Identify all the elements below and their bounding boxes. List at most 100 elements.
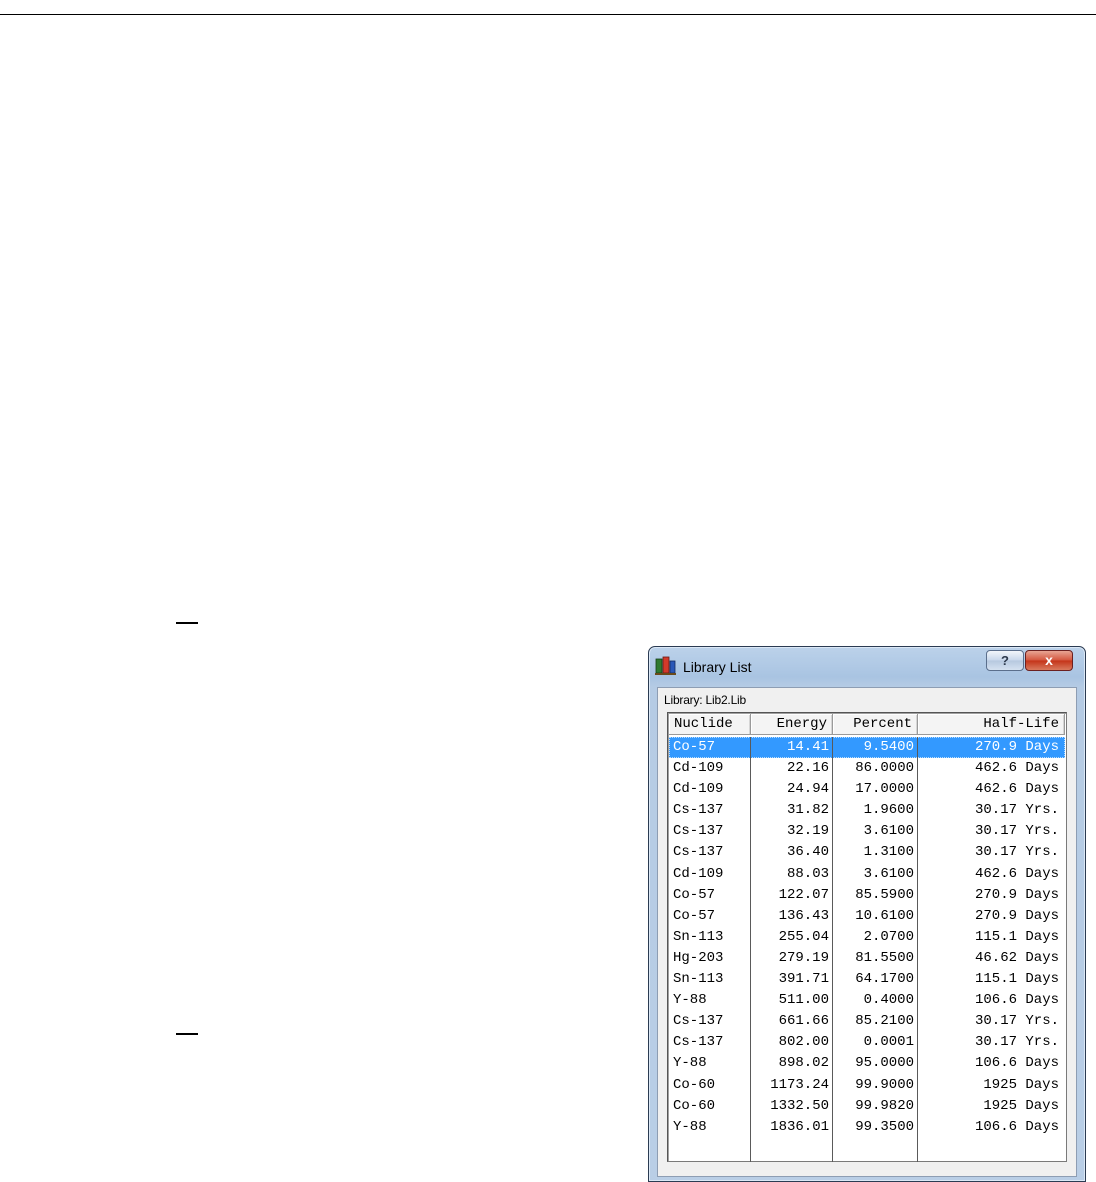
list-body: Co-57 14.41 9.5400 270.9 Days Cd-109 22.16 86.… [669,737,1065,1162]
title-bar[interactable]: Library List ? x [649,647,1085,687]
library-list-window: Library List ? x Library: Lib2.Lib Nucli… [648,646,1086,1182]
table-row[interactable]: Y-88 898.02 95.0000 106.6 Days [669,1053,1065,1074]
energy-cell: 122.07 [778,886,829,903]
percent-cell: 95.0000 [855,1055,914,1072]
half-life-cell: 30.17 Yrs. [974,1013,1059,1030]
column-header-nuclide[interactable]: Nuclide [669,714,751,735]
energy-cell: 661.66 [778,1013,829,1030]
half-life-cell: 1925 Days [983,1076,1059,1093]
table-row[interactable]: Y-88 1836.01 99.3500 106.6 Days [669,1117,1065,1138]
column-header-percent[interactable]: Percent [833,714,918,735]
page-top-rule [0,14,1096,15]
energy-cell: 88.03 [786,865,829,882]
table-row[interactable]: Co-60 1332.50 99.9820 1925 Days [669,1096,1065,1117]
half-life-cell: 106.6 Days [974,1055,1059,1072]
percent-cell: 0.0001 [863,1034,914,1051]
half-life-cell: 30.17 Yrs. [974,823,1059,840]
half-life-cell: 30.17 Yrs. [974,844,1059,861]
nuclide-cell: Y-88 [673,1055,707,1072]
library-name-label: Library: Lib2.Lib [664,693,746,707]
half-life-cell: 115.1 Days [974,928,1059,945]
energy-cell: 391.71 [778,971,829,988]
nuclide-cell: Y-88 [673,1118,707,1135]
energy-cell: 511.00 [778,992,829,1009]
column-divider [917,737,918,1162]
percent-cell: 85.2100 [855,1013,914,1030]
table-row[interactable]: Cd-109 22.16 86.0000 462.6 Days [669,758,1065,779]
percent-cell: 99.9000 [855,1076,914,1093]
half-life-cell: 30.17 Yrs. [974,1034,1059,1051]
table-row[interactable]: Co-60 1173.24 99.9000 1925 Days [669,1075,1065,1096]
list-header: Nuclide Energy Percent Half-Life [669,714,1065,736]
text-fragment-dash [176,1033,198,1035]
percent-cell: 99.3500 [855,1118,914,1135]
percent-cell: 81.5500 [855,949,914,966]
table-row[interactable]: Y-88 511.00 0.4000 106.6 Days [669,990,1065,1011]
text-fragment-dash [176,622,198,624]
nuclide-cell: Co-60 [673,1076,716,1093]
half-life-cell: 462.6 Days [974,865,1059,882]
half-life-cell: 270.9 Days [974,886,1059,903]
library-app-icon [655,656,676,675]
close-button[interactable]: x [1025,650,1073,671]
energy-cell: 36.40 [786,844,829,861]
help-button[interactable]: ? [986,650,1024,671]
table-row[interactable]: Co-57 14.41 9.5400 270.9 Days [669,737,1065,759]
percent-cell: 64.1700 [855,971,914,988]
nuclide-list[interactable]: Nuclide Energy Percent Half-Life Co-57 14… [667,712,1067,1162]
table-row[interactable]: Cs-137 36.40 1.3100 30.17 Yrs. [669,842,1065,863]
nuclide-cell: Cs-137 [673,844,724,861]
energy-cell: 1836.01 [770,1118,829,1135]
percent-cell: 0.4000 [863,992,914,1009]
table-row[interactable]: Cs-137 661.66 85.2100 30.17 Yrs. [669,1011,1065,1032]
table-row[interactable]: Cd-109 24.94 17.0000 462.6 Days [669,779,1065,800]
column-divider [832,737,833,1162]
table-row[interactable]: Co-57 122.07 85.5900 270.9 Days [669,885,1065,906]
energy-cell: 898.02 [778,1055,829,1072]
nuclide-cell: Co-60 [673,1097,716,1114]
nuclide-cell: Cd-109 [673,865,724,882]
energy-cell: 1332.50 [770,1097,829,1114]
table-row[interactable]: Cs-137 31.82 1.9600 30.17 Yrs. [669,800,1065,821]
energy-cell: 255.04 [778,928,829,945]
energy-cell: 24.94 [786,781,829,798]
nuclide-cell: Hg-203 [673,949,724,966]
percent-cell: 3.6100 [863,823,914,840]
half-life-cell: 46.62 Days [974,949,1059,966]
column-header-energy[interactable]: Energy [751,714,833,735]
nuclide-cell: Cs-137 [673,823,724,840]
energy-cell: 279.19 [778,949,829,966]
half-life-cell: 115.1 Days [974,971,1059,988]
nuclide-cell: Cd-109 [673,760,724,777]
table-row[interactable]: Cd-109 88.03 3.6100 462.6 Days [669,864,1065,885]
column-divider [750,737,751,1162]
table-row[interactable]: Sn-113 391.71 64.1700 115.1 Days [669,969,1065,990]
percent-cell: 85.5900 [855,886,914,903]
energy-cell: 32.19 [786,823,829,840]
percent-cell: 3.6100 [863,865,914,882]
table-row[interactable]: Cs-137 32.19 3.6100 30.17 Yrs. [669,821,1065,842]
table-row[interactable]: Hg-203 279.19 81.5500 46.62 Days [669,948,1065,969]
half-life-cell: 106.6 Days [974,992,1059,1009]
half-life-cell: 462.6 Days [974,760,1059,777]
energy-cell: 1173.24 [770,1076,829,1093]
table-row[interactable]: Cs-137 802.00 0.0001 30.17 Yrs. [669,1032,1065,1053]
nuclide-cell: Y-88 [673,992,707,1009]
nuclide-cell: Cs-137 [673,802,724,819]
close-icon: x [1045,652,1053,668]
window-title: Library List [683,659,752,675]
column-header-half-life[interactable]: Half-Life [918,714,1065,735]
nuclide-cell: Cs-137 [673,1034,724,1051]
energy-cell: 31.82 [786,802,829,819]
table-row[interactable]: Co-57 136.43 10.6100 270.9 Days [669,906,1065,927]
nuclide-cell: Co-57 [673,886,716,903]
table-row[interactable]: Sn-113 255.04 2.0700 115.1 Days [669,927,1065,948]
half-life-cell: 106.6 Days [974,1118,1059,1135]
percent-cell: 10.6100 [855,907,914,924]
nuclide-cell: Co-57 [673,739,716,755]
percent-cell: 1.9600 [863,802,914,819]
energy-cell: 22.16 [786,760,829,777]
percent-cell: 17.0000 [855,781,914,798]
percent-cell: 9.5400 [863,739,914,755]
nuclide-cell: Co-57 [673,907,716,924]
